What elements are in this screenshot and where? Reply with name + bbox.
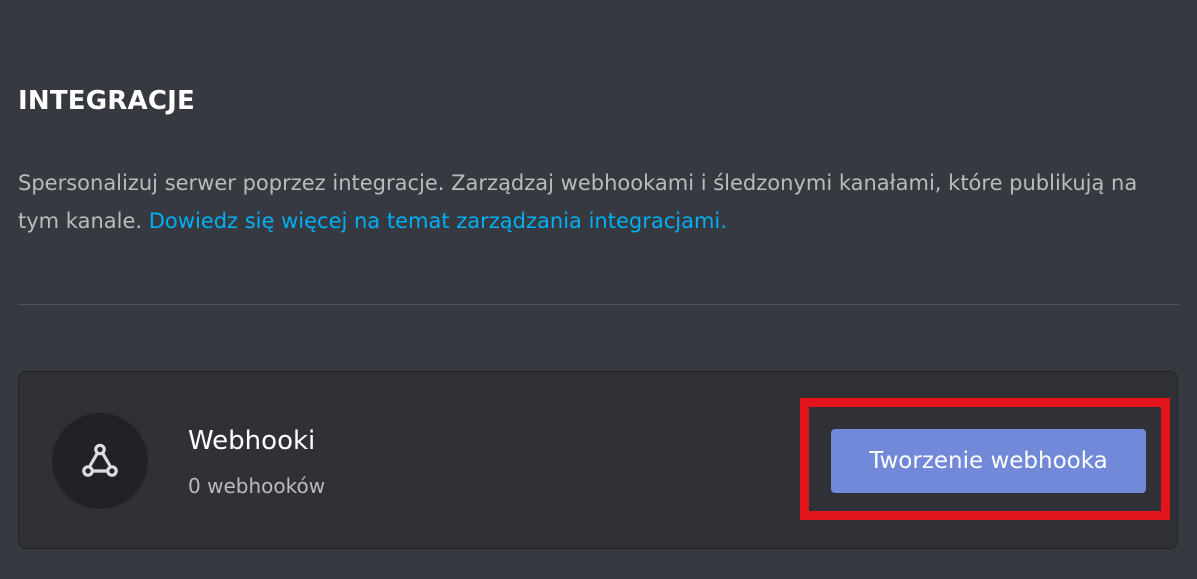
webhook-icon	[52, 413, 148, 509]
webhooks-title: Webhooki	[188, 426, 316, 456]
create-webhook-button[interactable]: Tworzenie webhooka	[831, 429, 1146, 493]
webhook-glyph	[82, 443, 118, 477]
section-divider	[18, 304, 1180, 305]
integrations-page: INTEGRACJE Spersonalizuj serwer poprzez …	[0, 0, 1197, 579]
page-description: Spersonalizuj serwer poprzez integracje.…	[18, 164, 1168, 240]
page-title: INTEGRACJE	[18, 86, 195, 116]
webhooks-count: 0 webhooków	[188, 474, 326, 498]
learn-more-link[interactable]: Dowiedz się więcej na temat zarządzania …	[149, 209, 727, 233]
